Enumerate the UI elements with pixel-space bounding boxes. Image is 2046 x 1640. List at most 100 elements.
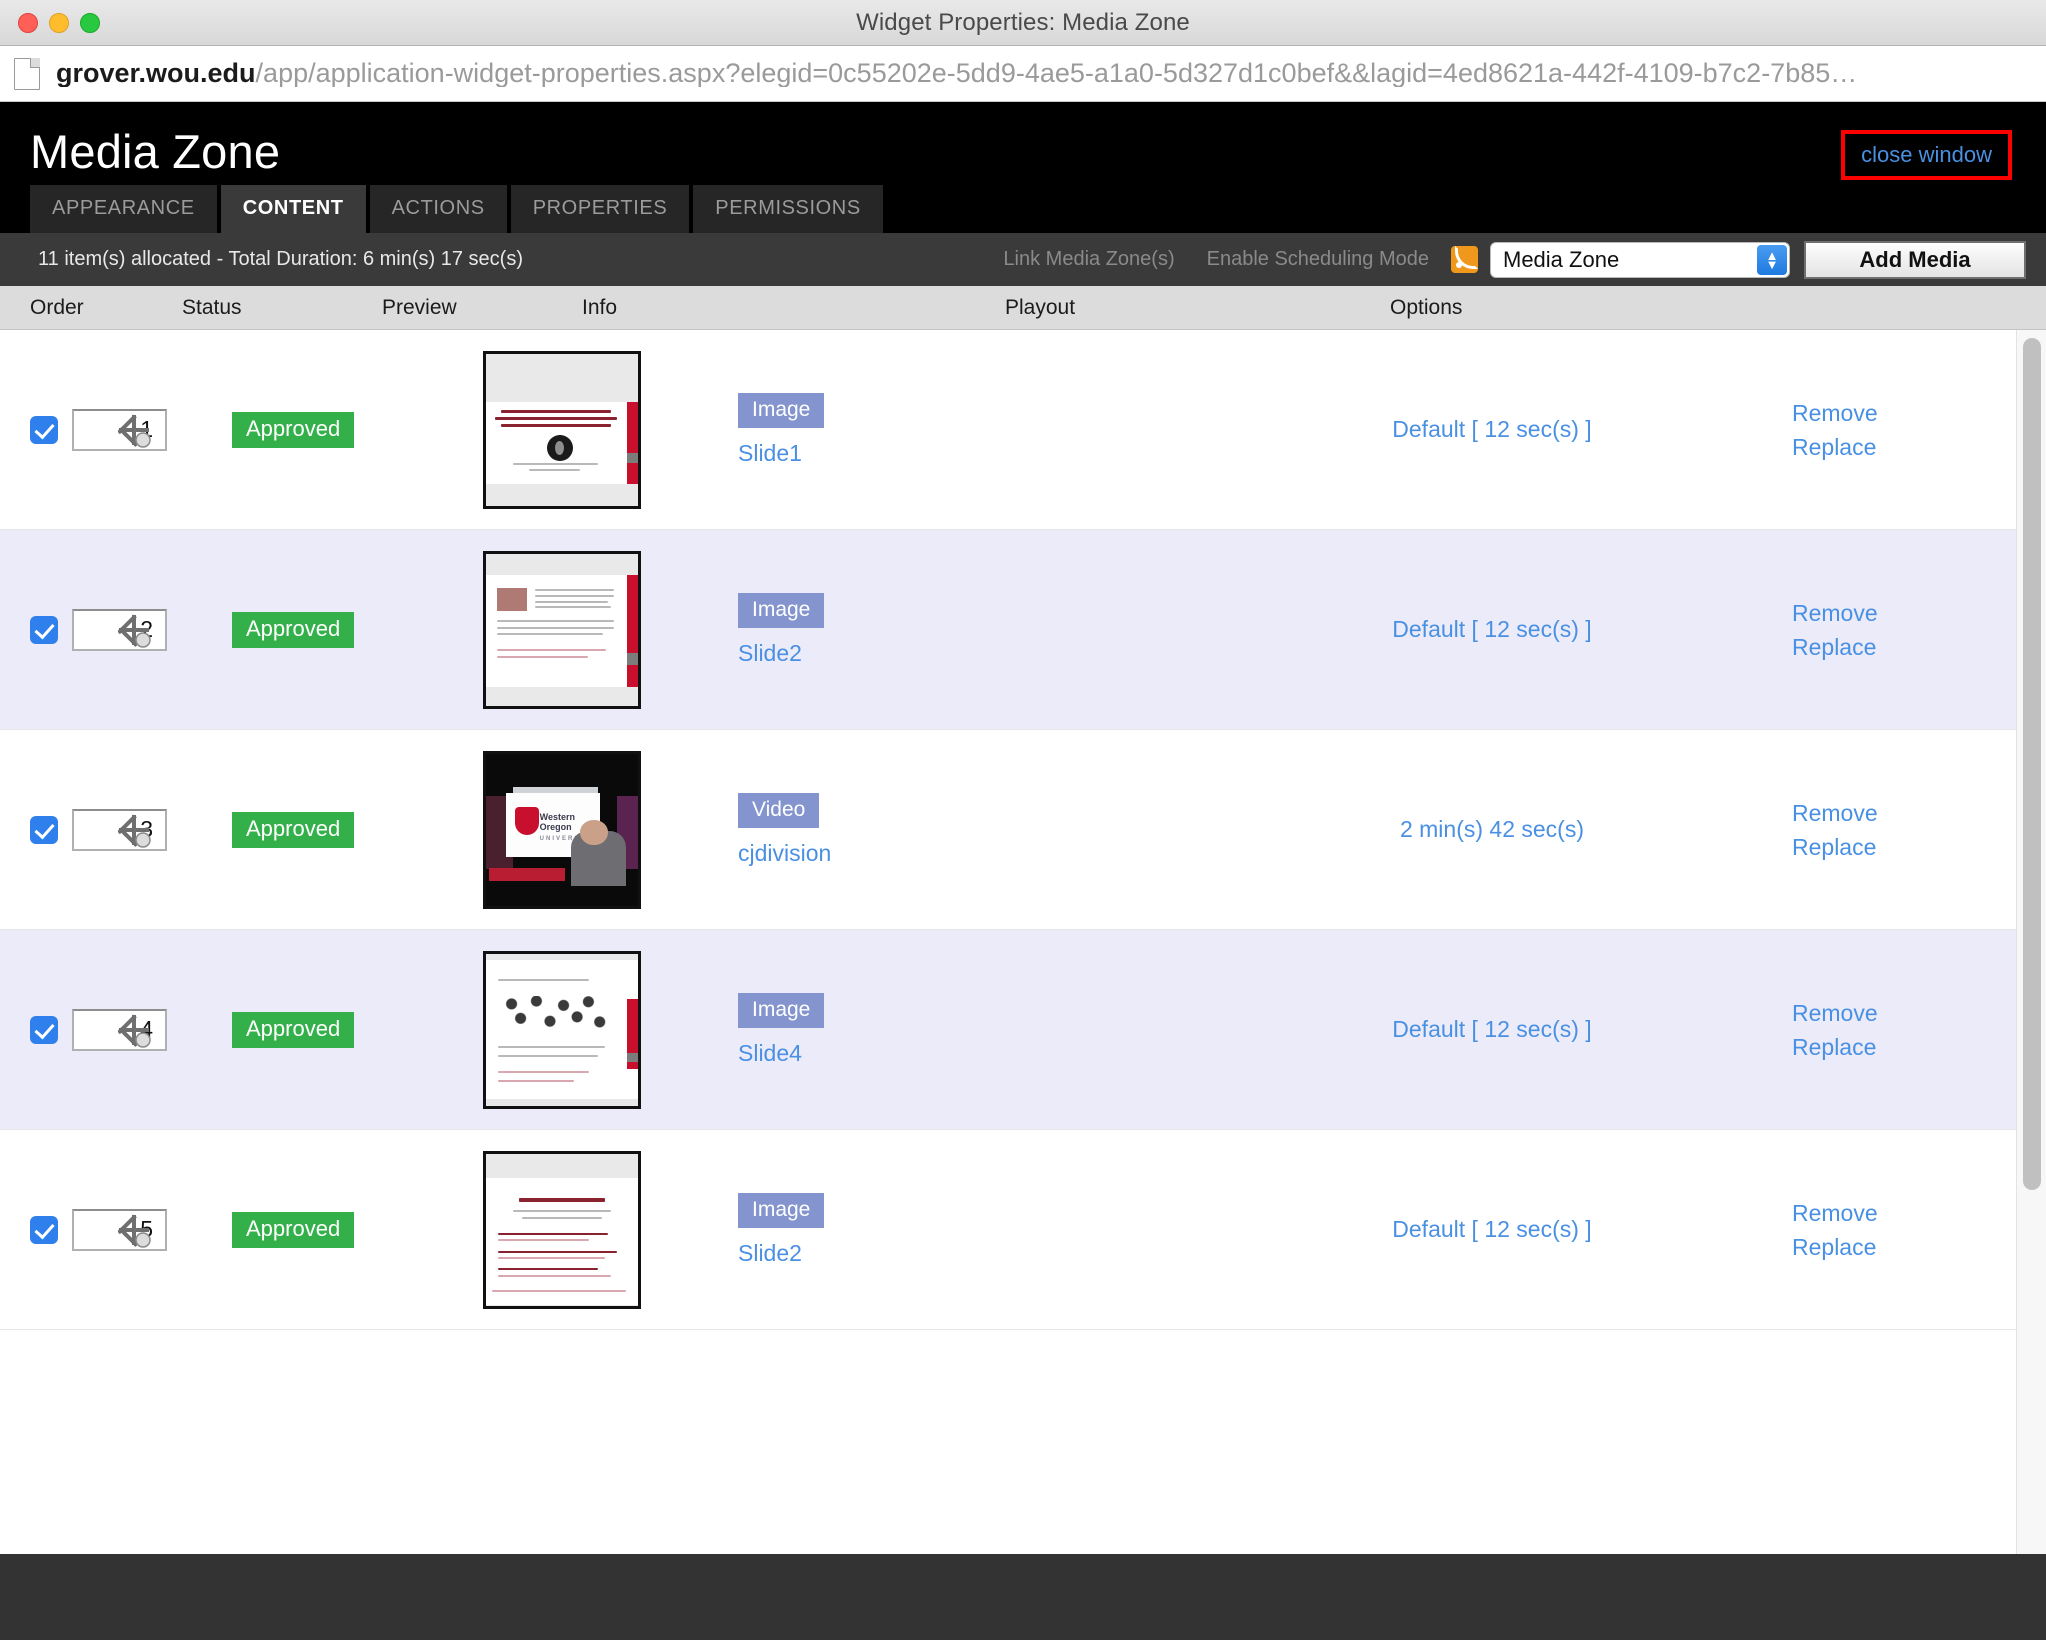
media-type-badge: Image [738,992,825,1028]
row-preview-cell[interactable] [432,350,692,509]
column-header-info: Info [582,295,618,319]
maximize-window-button-icon[interactable] [80,12,100,33]
remove-link[interactable]: Remove [1792,1196,2046,1230]
close-window-link[interactable]: close window [1841,130,2012,180]
media-type-badge: Video [738,792,820,828]
row-status-cell: Approved [232,611,432,648]
chevron-updown-icon[interactable]: ▲ ▼ [1757,244,1787,275]
replace-link[interactable]: Replace [1792,1230,2046,1264]
row-playout-cell: Default [ 12 sec(s) ] [1252,1016,1732,1043]
media-name-link[interactable]: Slide1 [738,440,1252,467]
preview-thumbnail[interactable] [483,350,641,509]
order-input[interactable]: 1 [72,408,167,451]
row-playout-cell: Default [ 12 sec(s) ] [1252,1216,1732,1243]
row-select-checkbox[interactable] [30,415,58,444]
remove-link[interactable]: Remove [1792,996,2046,1030]
replace-link[interactable]: Replace [1792,830,2046,864]
column-header-order: Order [30,295,84,319]
replace-link[interactable]: Replace [1792,1030,2046,1064]
playout-link[interactable]: Default [ 12 sec(s) ] [1392,1216,1591,1242]
table-row[interactable]: 2 Approved Image Slide2 Default [12 sec… [0,530,2046,730]
tab-appearance[interactable]: APPEARANCE [30,185,217,233]
row-options-cell: Remove Replace [1732,596,2046,664]
row-preview-cell[interactable] [432,550,692,709]
row-preview-cell[interactable] [432,950,692,1109]
row-options-cell: Remove Replace [1732,1196,2046,1264]
row-info-cell: Video cjdivision [692,792,1252,867]
order-input[interactable]: 5 [72,1208,167,1251]
row-status-cell: Approved [232,1211,432,1248]
tab-content[interactable]: CONTENT [220,185,366,233]
window-traffic-lights[interactable] [0,12,100,33]
enable-scheduling-mode-button[interactable]: Enable Scheduling Mode [1191,248,1445,271]
preview-thumbnail[interactable] [483,950,641,1109]
address-bar[interactable]: grover.wou.edu/app/application-widget-pr… [0,46,2046,102]
row-playout-cell: 2 min(s) 42 sec(s) [1252,816,1732,843]
media-type-badge: Image [738,392,825,428]
media-type-badge: Image [738,1192,825,1228]
rss-icon[interactable] [1451,246,1478,273]
order-input-value: 1 [140,416,153,442]
preview-thumbnail[interactable] [483,550,641,709]
status-badge: Approved [232,1211,355,1248]
remove-link[interactable]: Remove [1792,596,2046,630]
media-zone-select-value: Media Zone [1503,246,1620,272]
media-items-table: 1 Approved Image Slide1 Default [12 sec… [0,330,2046,1554]
media-name-link[interactable]: Slide2 [738,1240,1252,1267]
media-name-link[interactable]: Slide2 [738,640,1252,667]
playout-link[interactable]: 2 min(s) 42 sec(s) [1400,816,1584,842]
media-name-link[interactable]: cjdivision [738,840,1252,867]
preview-thumbnail[interactable] [483,1150,641,1309]
preview-thumbnail[interactable]: Western Oregon UNIVERSITY [483,750,641,909]
row-options-cell: Remove Replace [1732,396,2046,464]
media-name-link[interactable]: Slide4 [738,1040,1252,1067]
row-playout-cell: Default [ 12 sec(s) ] [1252,616,1732,643]
playout-link[interactable]: Default [ 12 sec(s) ] [1392,616,1591,642]
status-badge: Approved [232,411,355,448]
minimize-window-button-icon[interactable] [49,12,69,33]
link-media-zones-button[interactable]: Link Media Zone(s) [987,248,1190,271]
order-input[interactable]: 4 [72,1008,167,1051]
row-preview-cell[interactable] [432,1150,692,1309]
table-row[interactable]: 1 Approved Image Slide1 Default [12 sec… [0,330,2046,530]
media-type-badge: Image [738,592,825,628]
row-order-cell: 1 [0,408,232,451]
remove-link[interactable]: Remove [1792,396,2046,430]
order-input[interactable]: 3 [72,808,167,851]
table-row[interactable]: 4 Approved Image Slide4 Default [12 sec… [0,930,2046,1130]
row-select-checkbox[interactable] [30,615,58,644]
status-badge: Approved [232,811,355,848]
media-zone-select[interactable]: Media Zone ▲ ▼ [1490,241,1790,278]
row-select-checkbox[interactable] [30,1015,58,1044]
table-scrollbar[interactable] [2016,330,2046,1554]
toolbar-actions: Link Media Zone(s) Enable Scheduling Mod… [987,240,2026,279]
row-status-cell: Approved [232,411,432,448]
replace-link[interactable]: Replace [1792,630,2046,664]
app-header: Media Zone close window APPEARANCE CONTE… [0,102,2046,233]
row-order-cell: 3 [0,808,232,851]
order-input[interactable]: 2 [72,608,167,651]
replace-link[interactable]: Replace [1792,430,2046,464]
tab-properties[interactable]: PROPERTIES [510,185,690,233]
tab-permissions[interactable]: PERMISSIONS [693,185,883,233]
table-row[interactable]: 3 Approved Western Oregon UNIVERSITY Vid… [0,730,2046,930]
table-row[interactable]: 5 Approved Image Slide2 Default [12 sec… [0,1130,2046,1330]
close-window-button-icon[interactable] [18,12,38,33]
table-column-headers: Order Status Preview Info Playout Option… [0,286,2046,330]
tab-actions[interactable]: ACTIONS [369,185,507,233]
allocation-summary: 11 item(s) allocated - Total Duration: 6… [38,248,523,270]
column-header-preview: Preview [382,295,457,319]
table-scrollbar-thumb[interactable] [2023,338,2041,1190]
row-order-cell: 2 [0,608,232,651]
column-header-playout: Playout [1005,295,1076,319]
browser-window: Widget Properties: Media Zone grover.wou… [0,0,2046,1640]
url-host: grover.wou.edu [56,60,256,87]
playout-link[interactable]: Default [ 12 sec(s) ] [1392,416,1591,442]
playout-link[interactable]: Default [ 12 sec(s) ] [1392,1016,1591,1042]
add-media-button[interactable]: Add Media [1804,240,2026,279]
row-select-checkbox[interactable] [30,815,58,844]
remove-link[interactable]: Remove [1792,796,2046,830]
row-order-cell: 4 [0,1008,232,1051]
row-preview-cell[interactable]: Western Oregon UNIVERSITY [432,750,692,909]
row-select-checkbox[interactable] [30,1215,58,1244]
